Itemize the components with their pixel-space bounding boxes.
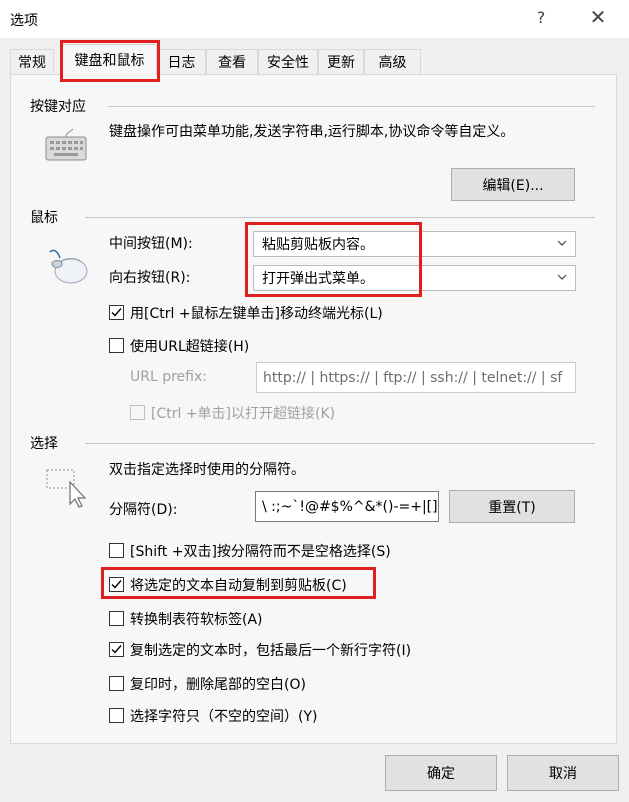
auto-copy-label: 将选定的文本自动复制到剪贴板(C) — [130, 578, 347, 594]
shift-dblclick-checkbox[interactable] — [109, 543, 124, 558]
check-icon — [111, 308, 122, 317]
keymap-description: 键盘操作可由菜单功能,发送字符串,运行脚本,协议命令等自定义。 — [109, 124, 515, 140]
tab-general[interactable]: 常规 — [10, 49, 54, 74]
check-icon — [111, 645, 122, 654]
tab-update[interactable]: 更新 — [318, 49, 364, 74]
select-nonspace-label: 选择字符只（不空的空间）(Y) — [130, 709, 318, 725]
chevron-down-icon — [557, 240, 567, 246]
trim-trailing-label: 复印时，删除尾部的空白(O) — [130, 677, 306, 693]
tab-view[interactable]: 查看 — [206, 49, 258, 74]
keymap-heading: 按键对应 — [30, 99, 86, 115]
shift-dblclick-label: [Shift +双击]按分隔符而不是空格选择(S) — [130, 544, 391, 560]
ctrl-click-move-checkbox[interactable] — [109, 305, 124, 320]
url-prefix-label: URL prefix: — [130, 369, 207, 385]
select-nonspace-checkbox[interactable] — [109, 708, 124, 723]
middle-button-label: 中间按钮(M): — [109, 236, 193, 252]
selection-cursor-icon — [44, 466, 88, 510]
mouse-heading: 鼠标 — [30, 210, 58, 226]
mouse-icon — [44, 244, 90, 286]
include-newline-checkbox[interactable] — [109, 642, 124, 657]
middle-button-select[interactable]: 粘贴剪贴板内容。 — [253, 231, 576, 257]
ok-button[interactable]: 确定 — [385, 755, 497, 791]
edit-keymap-button[interactable]: 编辑(E)... — [451, 168, 575, 201]
ctrl-click-open-label: [Ctrl +单击]以打开超链接(K) — [151, 406, 336, 422]
include-newline-label: 复制选定的文本时，包括最后一个新行字符(I) — [130, 643, 412, 659]
ctrl-click-open-checkbox[interactable] — [130, 405, 145, 420]
chevron-down-icon — [557, 274, 567, 280]
auto-copy-checkbox[interactable] — [109, 577, 124, 592]
ctrl-click-move-label: 用[Ctrl +鼠标左键单击]移动终端光标(L) — [130, 306, 383, 322]
tab-log[interactable]: 日志 — [157, 49, 206, 74]
middle-button-value: 粘贴剪贴板内容。 — [262, 237, 374, 253]
selection-divider — [85, 443, 595, 444]
window-title: 选项 — [10, 13, 38, 29]
tab-security[interactable]: 安全性 — [258, 49, 318, 74]
selection-heading: 选择 — [30, 436, 58, 452]
delimiter-label: 分隔符(D): — [109, 502, 178, 518]
right-button-select[interactable]: 打开弹出式菜单。 — [253, 265, 576, 291]
use-url-label: 使用URL超链接(H) — [130, 339, 250, 355]
tab-keyboard-mouse[interactable]: 键盘和鼠标 — [62, 44, 157, 75]
convert-tabs-label: 转换制表符软标签(A) — [130, 612, 263, 628]
cancel-button[interactable]: 取消 — [507, 755, 619, 791]
reset-button[interactable]: 重置(T) — [449, 490, 575, 523]
keymap-divider — [108, 106, 595, 107]
right-button-label: 向右按钮(R): — [109, 270, 191, 286]
keyboard-icon — [45, 128, 87, 162]
tab-advanced[interactable]: 高级 — [364, 49, 421, 74]
help-icon[interactable]: ? — [533, 8, 549, 27]
delimiter-field[interactable]: \ :;~`!@#$%^&*()-=+|[]{ — [255, 491, 439, 522]
convert-tabs-checkbox[interactable] — [109, 611, 124, 626]
selection-description: 双击指定选择时使用的分隔符。 — [109, 462, 305, 478]
url-prefix-field[interactable]: http:// | https:// | ftp:// | ssh:// | t… — [256, 362, 576, 393]
trim-trailing-checkbox[interactable] — [109, 676, 124, 691]
check-icon — [111, 580, 122, 589]
close-icon[interactable]: ✕ — [588, 5, 608, 29]
right-button-value: 打开弹出式菜单。 — [262, 271, 374, 287]
use-url-checkbox[interactable] — [109, 338, 124, 353]
mouse-divider — [85, 217, 595, 218]
